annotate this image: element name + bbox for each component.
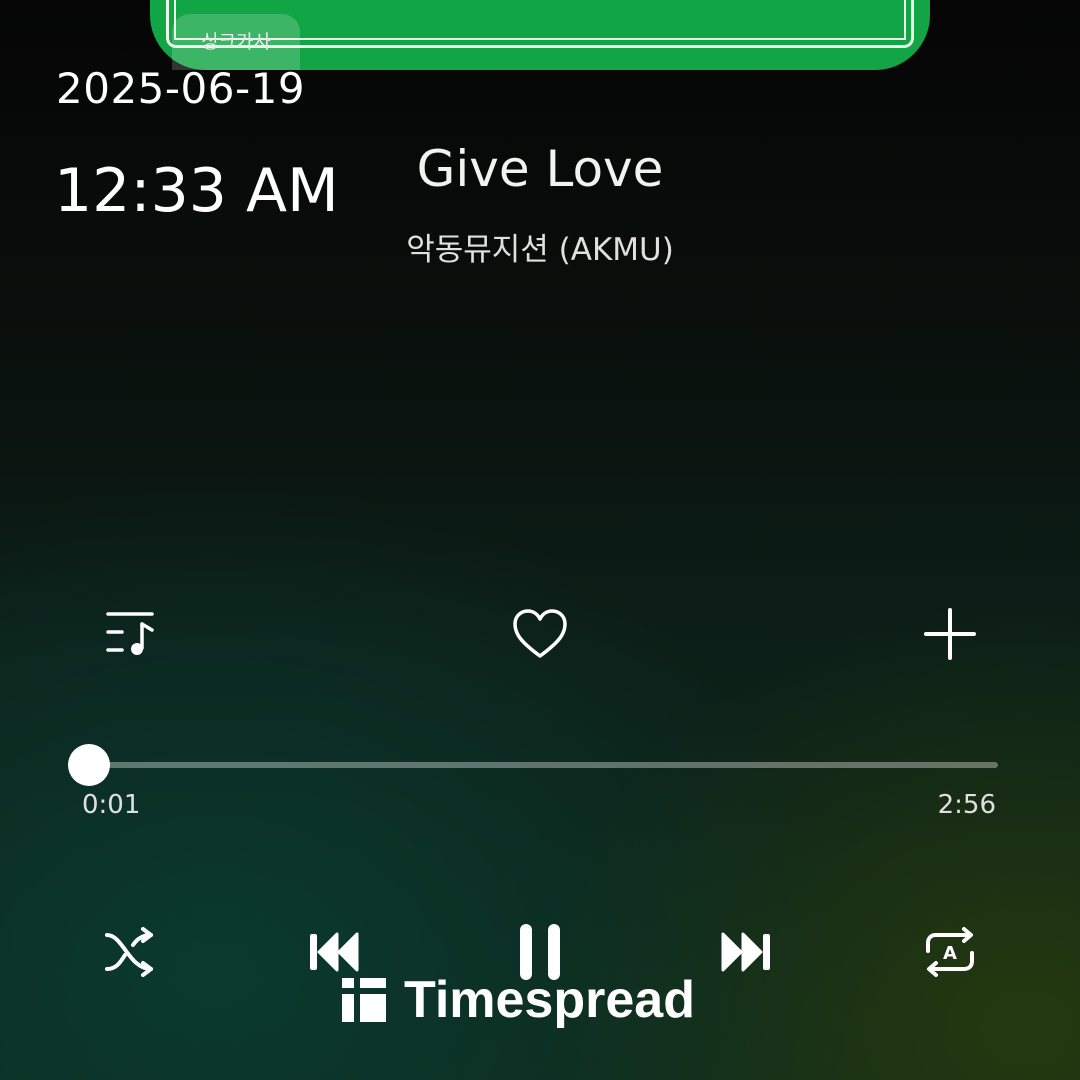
- watermark-text: Timespread: [404, 971, 695, 1029]
- like-button[interactable]: [508, 604, 572, 664]
- progress-handle[interactable]: [68, 744, 110, 786]
- previous-icon: [310, 932, 359, 972]
- elapsed-time: 0:01: [82, 790, 141, 820]
- next-icon: [721, 932, 770, 972]
- shuffle-button[interactable]: [100, 922, 160, 982]
- playlist-icon: [106, 612, 154, 655]
- next-button[interactable]: [716, 922, 776, 982]
- sync-lyrics-button[interactable]: 싱크가사: [172, 14, 300, 70]
- plus-icon: [924, 608, 976, 660]
- add-to-playlist-button[interactable]: [920, 604, 980, 664]
- shuffle-icon: [105, 927, 153, 977]
- repeat-icon: A: [926, 927, 974, 977]
- timespread-logo-icon: [342, 978, 386, 1022]
- total-duration: 2:56: [937, 790, 996, 820]
- track-title: Give Love: [416, 140, 664, 198]
- watermark: Timespread: [342, 971, 695, 1029]
- repeat-button[interactable]: A: [920, 922, 980, 982]
- overlay-date: 2025-06-19: [56, 64, 306, 113]
- artist-name[interactable]: 악동뮤지션 (AKMU): [0, 224, 1080, 269]
- playlist-button[interactable]: [100, 604, 160, 664]
- progress-bar[interactable]: [90, 762, 998, 768]
- previous-button[interactable]: [304, 922, 364, 982]
- svg-text:A: A: [943, 943, 957, 964]
- heart-icon: [513, 609, 567, 658]
